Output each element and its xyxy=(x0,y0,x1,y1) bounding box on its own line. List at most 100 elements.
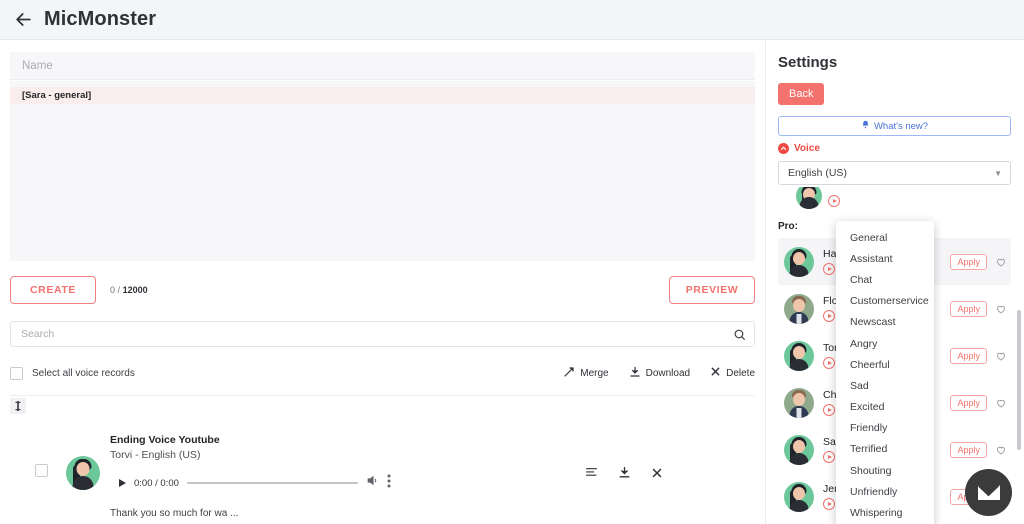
style-option[interactable]: Chat xyxy=(836,269,934,290)
envelope-icon xyxy=(977,485,1000,500)
bulk-actions: Merge Download Delete xyxy=(563,366,755,381)
volume-icon[interactable] xyxy=(366,474,379,492)
record-subtitle: Torvi - English (US) xyxy=(110,449,201,461)
style-option[interactable]: General xyxy=(836,227,934,248)
create-button[interactable]: CREATE xyxy=(10,276,96,304)
delete-label: Delete xyxy=(726,367,755,379)
play-circle-icon[interactable] xyxy=(823,357,835,369)
close-icon xyxy=(710,366,721,380)
play-circle-icon[interactable] xyxy=(823,310,835,322)
audio-time: 0:00 / 0:00 xyxy=(134,477,179,489)
app-header: MicMonster xyxy=(0,0,1024,40)
search-bar xyxy=(10,321,755,347)
page-title: MicMonster xyxy=(44,8,157,30)
apply-voice-button[interactable]: Apply xyxy=(950,253,987,270)
chat-widget-button[interactable] xyxy=(965,469,1012,516)
play-circle-icon[interactable] xyxy=(823,498,835,510)
chevron-up-circle-icon xyxy=(778,143,789,154)
apply-voice-button[interactable]: Apply xyxy=(950,441,987,458)
heart-icon[interactable] xyxy=(995,397,1007,409)
style-option[interactable]: Terrified xyxy=(836,439,934,460)
language-select[interactable]: English (US) ▼ xyxy=(778,161,1011,185)
list-toolbar: Select all voice records Merge Download xyxy=(10,361,755,385)
counter-used: 0 xyxy=(110,285,116,295)
avatar xyxy=(784,246,814,277)
heart-icon[interactable] xyxy=(995,303,1007,315)
settings-title: Settings xyxy=(778,54,838,71)
main-panel: [Sara - general] CREATE 0 / 12000 PREVIE… xyxy=(0,40,766,524)
download-button[interactable]: Download xyxy=(629,366,690,381)
avatar xyxy=(796,187,822,209)
style-option[interactable]: Angry xyxy=(836,333,934,354)
back-button[interactable]: Back xyxy=(778,83,825,105)
apply-voice-button[interactable]: Apply xyxy=(950,300,987,317)
search-input[interactable] xyxy=(21,328,733,340)
style-option[interactable]: Newscast xyxy=(836,312,934,333)
avatar xyxy=(784,387,814,418)
language-value: English (US) xyxy=(788,167,847,179)
record-snippet: Thank you so much for wa ... xyxy=(110,508,239,519)
download-icon xyxy=(629,366,641,381)
select-all-label: Select all voice records xyxy=(32,367,135,379)
record-actions xyxy=(585,466,663,479)
style-option[interactable]: Assistant xyxy=(836,248,934,269)
bell-icon xyxy=(861,120,870,132)
voice-section-label: Voice xyxy=(794,143,820,154)
play-circle-icon[interactable] xyxy=(823,263,835,275)
avatar xyxy=(66,456,100,490)
record-checkbox[interactable] xyxy=(35,464,48,477)
name-input[interactable] xyxy=(10,52,755,80)
delete-button[interactable]: Delete xyxy=(710,366,755,380)
arrow-left-icon[interactable] xyxy=(10,7,36,33)
heart-icon[interactable] xyxy=(995,444,1007,456)
merge-label: Merge xyxy=(580,367,609,379)
download-icon[interactable] xyxy=(618,466,631,479)
style-dropdown-menu[interactable]: General Assistant Chat Customerservice Newsc… xyxy=(836,221,934,524)
heart-icon[interactable] xyxy=(995,350,1007,362)
audio-player[interactable]: 0:00 / 0:00 xyxy=(110,470,400,496)
more-options-icon[interactable] xyxy=(387,474,391,493)
download-label: Download xyxy=(645,367,691,379)
search-icon[interactable] xyxy=(733,328,746,341)
select-all-checkbox[interactable] xyxy=(10,366,23,380)
apply-voice-button[interactable]: Apply xyxy=(950,347,987,364)
merge-button[interactable]: Merge xyxy=(563,366,609,381)
voice-section-header[interactable]: Voice xyxy=(778,143,1011,154)
merge-icon xyxy=(563,366,575,381)
create-row: CREATE 0 / 12000 PREVIEW xyxy=(10,275,755,305)
text-lines-icon[interactable] xyxy=(585,466,598,479)
audio-progress-slider[interactable] xyxy=(186,482,358,484)
table-row: Ending Voice Youtube Torvi - English (US… xyxy=(10,414,755,524)
style-option[interactable]: Customerservice xyxy=(836,291,934,312)
counter-separator: / xyxy=(117,285,121,295)
whats-new-label: What's new? xyxy=(873,120,929,132)
text-editor[interactable]: [Sara - general] xyxy=(10,81,755,261)
avatar xyxy=(784,293,814,324)
style-option[interactable]: Shouting xyxy=(836,460,934,481)
style-option[interactable]: Sad xyxy=(836,375,934,396)
play-circle-icon[interactable] xyxy=(823,404,835,416)
character-counter: 0 / 12000 xyxy=(110,285,148,295)
voice-row-partial[interactable] xyxy=(778,187,1011,209)
play-icon[interactable] xyxy=(119,479,126,487)
close-icon[interactable] xyxy=(651,467,663,479)
play-circle-icon[interactable] xyxy=(828,195,840,207)
apply-voice-button[interactable]: Apply xyxy=(950,394,987,411)
style-option[interactable]: Friendly xyxy=(836,418,934,439)
whats-new-button[interactable]: What's new? xyxy=(778,116,1011,136)
app-root: MicMonster [Sara - general] CREATE 0 / 1… xyxy=(0,0,1024,524)
style-option[interactable]: Cheerful xyxy=(836,354,934,375)
body: [Sara - general] CREATE 0 / 12000 PREVIE… xyxy=(0,40,1024,524)
voice-list-scrollbar[interactable] xyxy=(1017,310,1021,450)
counter-total: 12000 xyxy=(122,285,148,295)
avatar xyxy=(784,481,814,512)
play-circle-icon[interactable] xyxy=(823,451,835,463)
style-option[interactable]: Excited xyxy=(836,397,934,418)
voice-tag-line: [Sara - general] xyxy=(10,87,755,104)
style-option[interactable]: Whispering xyxy=(836,502,934,523)
style-option[interactable]: Unfriendly xyxy=(836,481,934,502)
heart-icon[interactable] xyxy=(995,256,1007,268)
chevron-down-icon: ▼ xyxy=(994,168,1002,178)
drag-handle-icon[interactable] xyxy=(10,398,26,414)
preview-button[interactable]: PREVIEW xyxy=(669,276,755,304)
